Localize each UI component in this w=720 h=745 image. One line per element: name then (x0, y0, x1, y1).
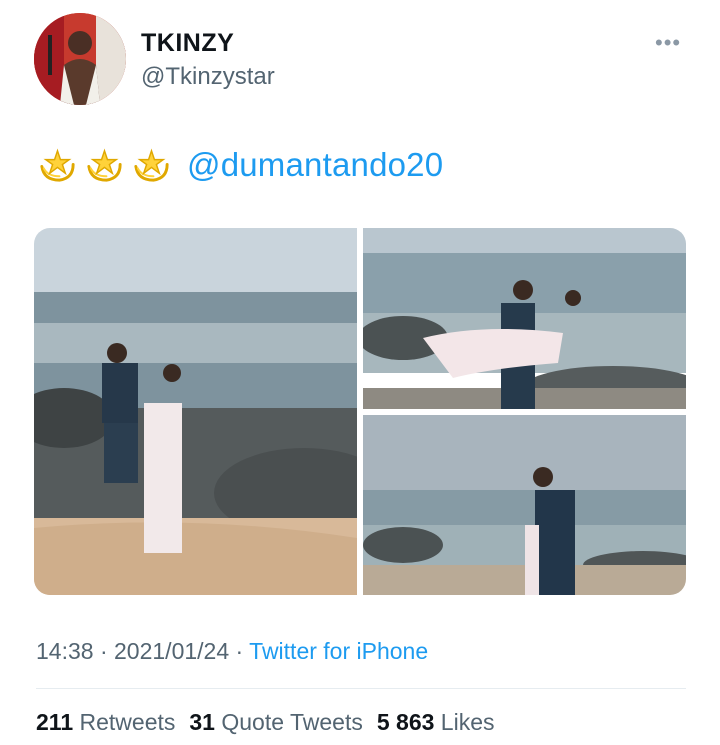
quote-tweets-stat[interactable]: 31 Quote Tweets (189, 709, 362, 735)
meta-separator: · (93, 638, 115, 664)
media-grid (34, 228, 686, 595)
photo-couple-standing[interactable] (34, 228, 357, 595)
avatar-image (34, 13, 126, 105)
meta-separator: · (229, 638, 250, 664)
likes-count: 5 863 (376, 709, 435, 735)
tweet-date[interactable]: 2021/01/24 (114, 638, 229, 664)
quote-tweets-count: 31 (189, 709, 215, 735)
tweet-time[interactable]: 14:38 (36, 638, 94, 664)
tweet-text: @dumantando20 (36, 143, 443, 186)
likes-label: Likes (434, 709, 495, 735)
likes-stat[interactable]: 5 863 Likes (377, 709, 495, 735)
tweet-meta: 14:38 · 2021/01/24 · Twitter for iPhone (36, 638, 428, 665)
retweets-count: 211 (36, 709, 74, 735)
avatar[interactable] (34, 13, 126, 105)
author-handle[interactable]: @Tkinzystar (141, 63, 275, 91)
quote-tweets-label: Quote Tweets (214, 709, 363, 735)
retweets-stat[interactable]: 211 Retweets (36, 709, 175, 735)
author-name[interactable]: TKINZY (141, 29, 234, 58)
more-options-icon[interactable]: ••• (655, 30, 681, 56)
dizzy-icon (87, 148, 122, 182)
dizzy-icon (134, 148, 169, 182)
tweet-stats: 211 Retweets 31 Quote Tweets 5 863 Likes (36, 709, 495, 736)
tweet-source-link[interactable]: Twitter for iPhone (249, 638, 428, 664)
mention-link[interactable]: @dumantando20 (187, 146, 443, 184)
photo-walking[interactable] (363, 415, 686, 595)
divider (36, 688, 686, 689)
retweets-label: Retweets (73, 709, 176, 735)
photo-carrying[interactable] (363, 228, 686, 409)
dizzy-icon (40, 148, 75, 182)
